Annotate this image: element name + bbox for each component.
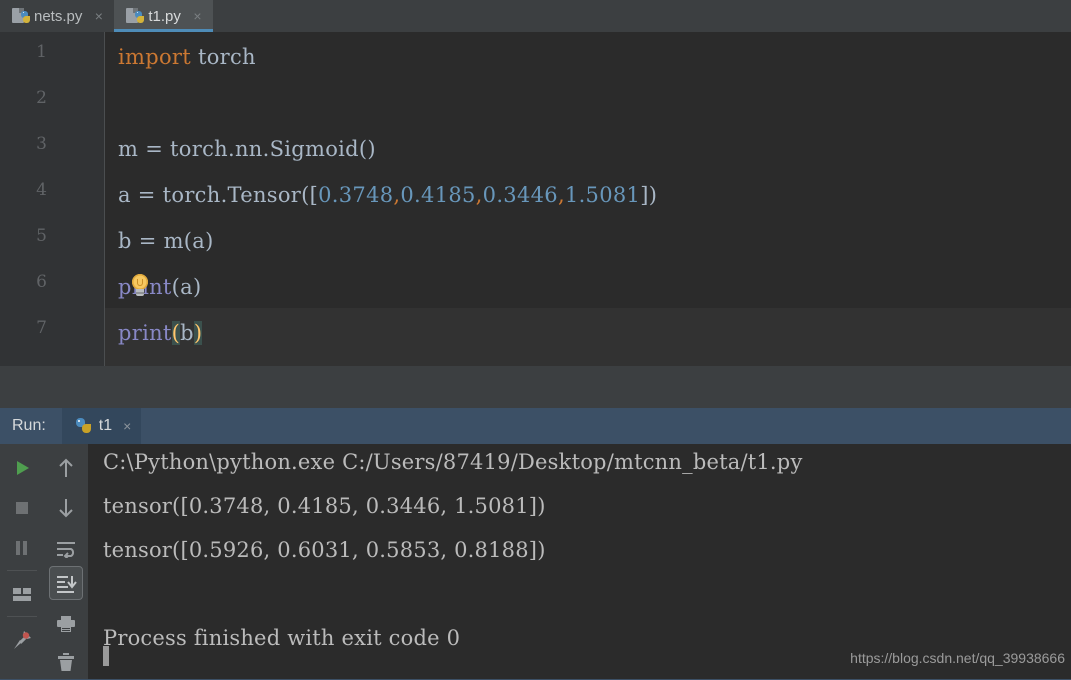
close-icon[interactable]: × xyxy=(92,9,105,23)
console-line: tensor([0.3748, 0.4185, 0.3446, 1.5081]) xyxy=(103,494,546,518)
python-file-icon xyxy=(126,7,145,25)
matched-paren-open: ( xyxy=(171,321,181,345)
editor-run-splitter[interactable] xyxy=(0,367,1071,408)
editor-tab-label: t1.py xyxy=(148,7,181,25)
pause-button[interactable] xyxy=(0,528,44,568)
comma: , xyxy=(557,183,565,207)
matched-paren-close: ) xyxy=(193,321,203,345)
watermark-text: https://blog.csdn.net/qq_39938666 xyxy=(850,650,1065,666)
variable-b: b xyxy=(180,321,194,345)
code-span: (a) xyxy=(171,275,202,299)
up-stack-trace-button[interactable] xyxy=(44,448,88,488)
console-line: C:\Python\python.exe C:/Users/87419/Desk… xyxy=(103,450,803,474)
line-number: 1 xyxy=(36,42,47,62)
keyword-import: import xyxy=(118,45,191,69)
clear-all-button[interactable] xyxy=(44,642,88,680)
console-caret xyxy=(103,646,109,666)
editor-tab-label: nets.py xyxy=(34,7,83,25)
print-button[interactable] xyxy=(44,604,88,644)
run-console-output[interactable]: C:\Python\python.exe C:/Users/87419/Desk… xyxy=(89,444,1071,680)
line-number: 3 xyxy=(36,134,47,154)
close-icon[interactable]: × xyxy=(123,418,131,434)
pycharm-window: nets.py × t1.py × 1 2 3 4 5 6 7 import t… xyxy=(0,0,1071,680)
close-icon[interactable]: × xyxy=(191,9,204,23)
builtin-print: print xyxy=(118,321,172,345)
run-panel-header: Run: t1 × xyxy=(0,408,1071,444)
run-toolbar-left xyxy=(0,444,45,680)
line-number: 4 xyxy=(36,180,47,200)
run-tab-label: t1 xyxy=(98,417,113,434)
line-number: 7 xyxy=(36,318,47,338)
code-editor[interactable]: 1 2 3 4 5 6 7 import torch m = torch.nn.… xyxy=(0,32,1071,381)
code-span: ]) xyxy=(640,183,658,207)
code-line-7: print(b) xyxy=(118,310,203,356)
code-line-5: b = m(a) xyxy=(118,218,214,264)
console-line: tensor([0.5926, 0.6031, 0.5853, 0.8188]) xyxy=(103,538,546,562)
editor-gutter[interactable]: 1 2 3 4 5 6 7 xyxy=(0,32,105,367)
code-span: b = m(a) xyxy=(118,229,214,253)
down-stack-trace-button[interactable] xyxy=(44,488,88,528)
run-panel-body: C:\Python\python.exe C:/Users/87419/Desk… xyxy=(0,444,1071,680)
line-number: 5 xyxy=(36,226,47,246)
console-line: Process finished with exit code 0 xyxy=(103,626,461,650)
lightbulb-icon[interactable] xyxy=(130,274,150,299)
code-span: m = torch.nn.Sigmoid() xyxy=(118,137,376,161)
editor-tab-t1-py[interactable]: t1.py × xyxy=(114,0,213,32)
run-toolbar-right xyxy=(44,444,88,680)
number-literal: 0.3748 xyxy=(318,183,394,207)
code-span: a = torch.Tensor([ xyxy=(118,183,319,207)
line-number: 2 xyxy=(36,88,47,108)
code-line-3: m = torch.nn.Sigmoid() xyxy=(118,126,376,172)
toolbar-divider xyxy=(7,616,37,617)
stop-button[interactable] xyxy=(0,488,44,528)
code-line-4: a = torch.Tensor([0.3748,0.4185,0.3446,1… xyxy=(118,172,657,218)
run-panel-title: Run: xyxy=(12,417,46,434)
line-number: 6 xyxy=(36,272,47,292)
comma: , xyxy=(475,183,483,207)
pin-tab-button[interactable] xyxy=(0,620,44,660)
editor-tab-bar: nets.py × t1.py × xyxy=(0,0,1071,32)
editor-tab-nets-py[interactable]: nets.py × xyxy=(0,0,114,32)
module-name-torch: torch xyxy=(191,45,256,69)
scroll-to-end-button[interactable] xyxy=(44,564,88,604)
run-tab-t1[interactable]: t1 × xyxy=(61,408,142,444)
rerun-button[interactable] xyxy=(0,448,44,488)
number-literal: 0.4185 xyxy=(400,183,476,207)
toolbar-divider xyxy=(7,570,37,571)
code-text-area[interactable]: import torch m = torch.nn.Sigmoid() a = … xyxy=(105,32,1071,367)
code-line-1: import torch xyxy=(118,34,256,80)
number-literal: 1.5081 xyxy=(564,183,641,207)
python-run-icon xyxy=(75,418,92,434)
soft-wrap-button[interactable] xyxy=(44,528,88,568)
python-file-icon xyxy=(12,7,30,25)
toggle-tasks-button[interactable] xyxy=(0,574,44,614)
number-literal: 0.3446 xyxy=(482,183,558,207)
